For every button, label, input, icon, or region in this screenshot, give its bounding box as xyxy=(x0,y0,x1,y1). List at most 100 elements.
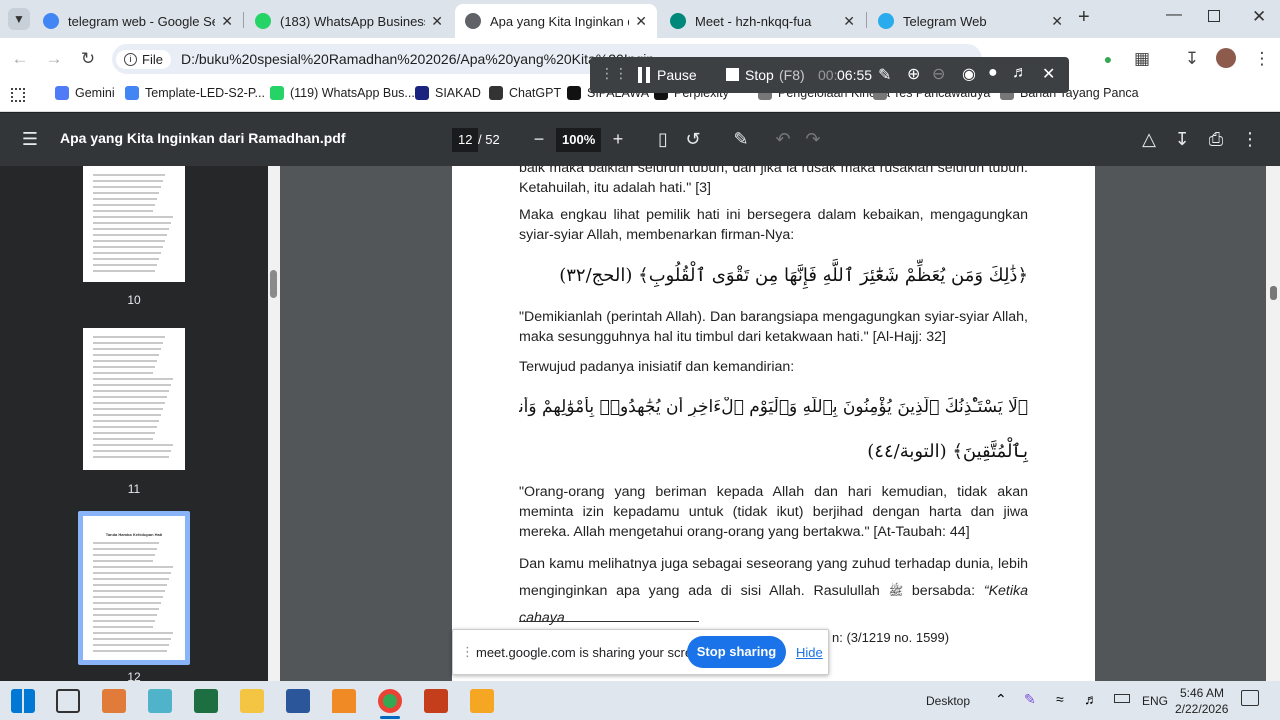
share-drag-handle-icon[interactable]: ⋮ xyxy=(461,644,474,660)
drag-handle-icon[interactable]: ⋮⋮ xyxy=(600,65,628,82)
page-number-input[interactable]: 12 xyxy=(452,128,479,152)
battery-icon[interactable] xyxy=(1114,694,1130,703)
close-tab-icon[interactable]: ✕ xyxy=(431,13,443,30)
tab-whatsapp[interactable]: (183) WhatsApp Business ✕ xyxy=(245,4,453,38)
screen-recorder-bar: ⋮⋮ Pause Stop (F8) 00: 06:55 ✎ ⊕ ⊖ ◉ ● ♬… xyxy=(590,57,1069,93)
thumbnail-text-line xyxy=(93,204,155,206)
minimize-button[interactable]: — xyxy=(1166,6,1182,24)
menu-kebab-icon[interactable]: ⋮ xyxy=(1250,47,1274,71)
download-icon[interactable]: ↧ xyxy=(1180,47,1204,71)
extensions-puzzle-icon[interactable]: ▦ xyxy=(1130,47,1154,71)
zoom-out-button[interactable]: − xyxy=(526,127,552,151)
bookmark-item[interactable]: (119) WhatsApp Bus... xyxy=(270,86,415,100)
annotate-pen-icon[interactable]: ✎ xyxy=(728,127,754,151)
app-icon[interactable] xyxy=(102,689,126,713)
sidebar-scroll-thumb[interactable] xyxy=(270,270,277,298)
close-tab-icon[interactable]: ✕ xyxy=(1051,13,1063,30)
tab-telegram[interactable]: Telegram Web ✕ xyxy=(868,4,1073,38)
undo-icon[interactable]: ↶ xyxy=(770,127,796,151)
clock-date[interactable]: 2/22/2026 xyxy=(1175,702,1228,716)
zoom-in-icon[interactable]: ⊕ xyxy=(907,64,920,84)
stop-sharing-button[interactable]: Stop sharing xyxy=(687,636,786,668)
hide-link[interactable]: Hide xyxy=(796,645,823,660)
pause-button-label[interactable]: Pause xyxy=(657,67,697,83)
powerpoint-icon[interactable] xyxy=(424,689,448,713)
page-thumbnail-10[interactable] xyxy=(83,166,185,282)
tab-pdf[interactable]: Apa yang Kita Inginkan dari ✕ xyxy=(455,4,657,38)
file-explorer-icon[interactable] xyxy=(240,689,264,713)
hamburger-menu-icon[interactable]: ☰ xyxy=(17,127,43,151)
tab-google[interactable]: telegram web - Google Sear ✕ xyxy=(33,4,243,38)
bookmark-item[interactable]: Template-LED-S2-P... xyxy=(125,86,265,100)
start-windows-icon[interactable] xyxy=(11,689,35,713)
pen-icon[interactable]: ✎ xyxy=(878,65,891,85)
recorder-app-icon[interactable] xyxy=(470,689,494,713)
zoom-level-input[interactable]: 100% xyxy=(556,128,602,152)
pdf-viewport[interactable]: baik maka baiklah seluruh tubuh, dan jik… xyxy=(280,166,1266,681)
bookmark-item[interactable]: Gemini xyxy=(55,86,115,100)
bookmark-item[interactable]: ChatGPT xyxy=(489,86,561,100)
tab-search-button[interactable]: ▼ xyxy=(8,8,30,30)
thumbnail-text-line xyxy=(93,426,157,428)
page-thumbnail-11[interactable] xyxy=(83,328,185,470)
thumbnail-text-line xyxy=(93,222,171,224)
task-view-icon[interactable] xyxy=(56,689,80,713)
print-icon[interactable]: ⎙ xyxy=(1203,127,1229,151)
language-indicator[interactable]: ENG xyxy=(1142,694,1168,708)
wifi-icon[interactable]: ≈ xyxy=(1056,691,1064,707)
close-tab-icon[interactable]: ✕ xyxy=(843,13,855,30)
zoom-in-button[interactable]: + xyxy=(605,127,631,151)
pause-icon[interactable] xyxy=(638,67,650,83)
apps-grid-icon[interactable] xyxy=(11,88,25,102)
reload-icon[interactable]: ↻ xyxy=(76,47,100,71)
file-chip[interactable]: i File xyxy=(116,49,171,69)
close-tab-icon[interactable]: ✕ xyxy=(635,13,647,30)
sidebar-scrollbar[interactable] xyxy=(268,166,280,681)
main-scroll-thumb[interactable] xyxy=(1270,286,1277,300)
excel-icon[interactable] xyxy=(194,689,218,713)
microphone-icon[interactable]: ● xyxy=(988,64,998,82)
volume-icon[interactable]: ♬ xyxy=(1084,691,1098,707)
pdf-download-icon[interactable]: ↧ xyxy=(1169,127,1195,151)
close-window-button[interactable]: ✕ xyxy=(1252,7,1266,27)
fit-page-icon[interactable]: ▯ xyxy=(650,127,676,151)
thumbnail-text-line xyxy=(93,614,157,616)
thumbnail-text-line xyxy=(93,566,173,568)
redo-icon[interactable]: ↷ xyxy=(800,127,826,151)
forward-icon[interactable]: → xyxy=(42,47,66,71)
taskbar: Desktop ⌃ ✎ ≈ ♬ ENG 5:46 AM 2/22/2026 xyxy=(0,681,1280,720)
notification-icon[interactable] xyxy=(1241,690,1259,706)
pdf-more-icon[interactable]: ⋮ xyxy=(1237,127,1263,151)
vlc-icon[interactable] xyxy=(332,689,356,713)
speaker-icon[interactable]: ♬ xyxy=(1012,64,1028,82)
tab-meet[interactable]: Meet - hzh-nkqq-fua ✕ xyxy=(660,4,865,38)
app-icon[interactable] xyxy=(148,689,172,713)
word-icon[interactable] xyxy=(286,689,310,713)
eye-icon[interactable]: ◉ xyxy=(962,64,976,84)
back-icon[interactable]: ← xyxy=(8,47,32,71)
chevron-up-icon[interactable]: ⌃ xyxy=(995,691,1007,708)
extension-icon[interactable]: ● xyxy=(1096,47,1120,71)
page-thumbnail-12[interactable]: Tanda Hamba Kehidupan Hati xyxy=(83,516,185,660)
rotate-icon[interactable]: ↺ xyxy=(680,127,706,151)
restore-button[interactable] xyxy=(1208,10,1220,22)
chrome-icon[interactable] xyxy=(378,689,402,713)
thumbnail-text-line xyxy=(93,366,155,368)
new-tab-button[interactable]: + xyxy=(1078,6,1090,29)
close-recorder-icon[interactable]: ✕ xyxy=(1042,64,1055,84)
stop-icon[interactable] xyxy=(726,68,739,81)
drive-save-icon[interactable]: △ xyxy=(1136,127,1162,151)
profile-avatar[interactable] xyxy=(1216,48,1236,68)
stop-button-label[interactable]: Stop xyxy=(745,67,774,83)
main-scrollbar[interactable] xyxy=(1266,166,1280,681)
desktop-label[interactable]: Desktop xyxy=(926,694,970,708)
pdf-toolbar: ☰ Apa yang Kita Inginkan dari Ramadhan.p… xyxy=(0,113,1280,166)
paragraph: Terwujud padanya inisiatif dan kemandiri… xyxy=(519,359,795,375)
clock-time[interactable]: 5:46 AM xyxy=(1180,686,1224,700)
close-tab-icon[interactable]: ✕ xyxy=(221,13,233,30)
thumbnail-text-line xyxy=(93,252,161,254)
zoom-out-icon[interactable]: ⊖ xyxy=(932,64,945,84)
thumbnail-number: 10 xyxy=(127,293,141,307)
bookmark-item[interactable]: SIAKAD xyxy=(415,86,481,100)
pen-tray-icon[interactable]: ✎ xyxy=(1024,691,1036,708)
